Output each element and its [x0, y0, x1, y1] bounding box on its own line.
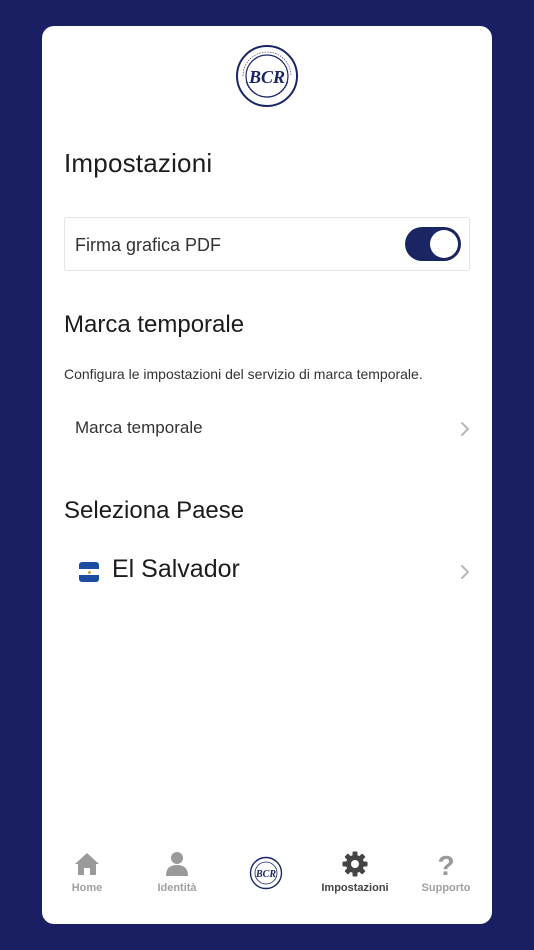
tab-settings[interactable]: Impostazioni [315, 850, 395, 920]
country-select-row[interactable]: El Salvador [64, 553, 470, 593]
question-icon: ? [437, 850, 454, 878]
svg-text:BCR: BCR [255, 869, 276, 880]
page-title: Impostazioni [64, 148, 213, 178]
tab-settings-label: Impostazioni [321, 882, 389, 894]
chevron-right-icon [461, 422, 469, 436]
gear-icon [342, 851, 368, 877]
home-icon [75, 853, 99, 875]
svg-text:?: ? [437, 850, 454, 878]
toggle-knob [430, 230, 458, 258]
timestamp-section-title: Marca temporale [64, 311, 245, 338]
timestamp-item-label: Marca temporale [75, 418, 203, 437]
chevron-right-icon [461, 565, 469, 579]
timestamp-settings-row[interactable]: Marca temporale [64, 408, 470, 448]
settings-card: BCR Impostazioni Firma grafica PDF Marca… [42, 26, 492, 924]
timestamp-description: Configura le impostazioni del servizio d… [64, 366, 423, 382]
el-salvador-flag-icon [79, 562, 99, 582]
user-icon [166, 852, 188, 876]
tab-identity-label: Identità [157, 882, 197, 894]
tab-bcr-home[interactable]: BCR [226, 856, 306, 924]
country-section-title: Seleziona Paese [64, 497, 245, 524]
tab-bar: Home Identità BCR Impostazioni ? Support… [42, 842, 492, 924]
bcr-logo-icon: BCR [249, 856, 283, 890]
selected-country: El Salvador [112, 555, 240, 583]
pdf-signature-row: Firma grafica PDF [64, 217, 470, 271]
svg-text:BCR: BCR [248, 67, 285, 87]
tab-support[interactable]: ? Supporto [406, 850, 486, 920]
pdf-signature-toggle[interactable] [405, 227, 461, 261]
pdf-signature-label: Firma grafica PDF [75, 235, 222, 255]
tab-identity[interactable]: Identità [137, 850, 217, 920]
tab-home-label: Home [71, 882, 103, 894]
tab-home[interactable]: Home [47, 850, 127, 920]
bcr-logo-icon: BCR [236, 45, 298, 107]
tab-support-label: Supporto [421, 882, 471, 894]
